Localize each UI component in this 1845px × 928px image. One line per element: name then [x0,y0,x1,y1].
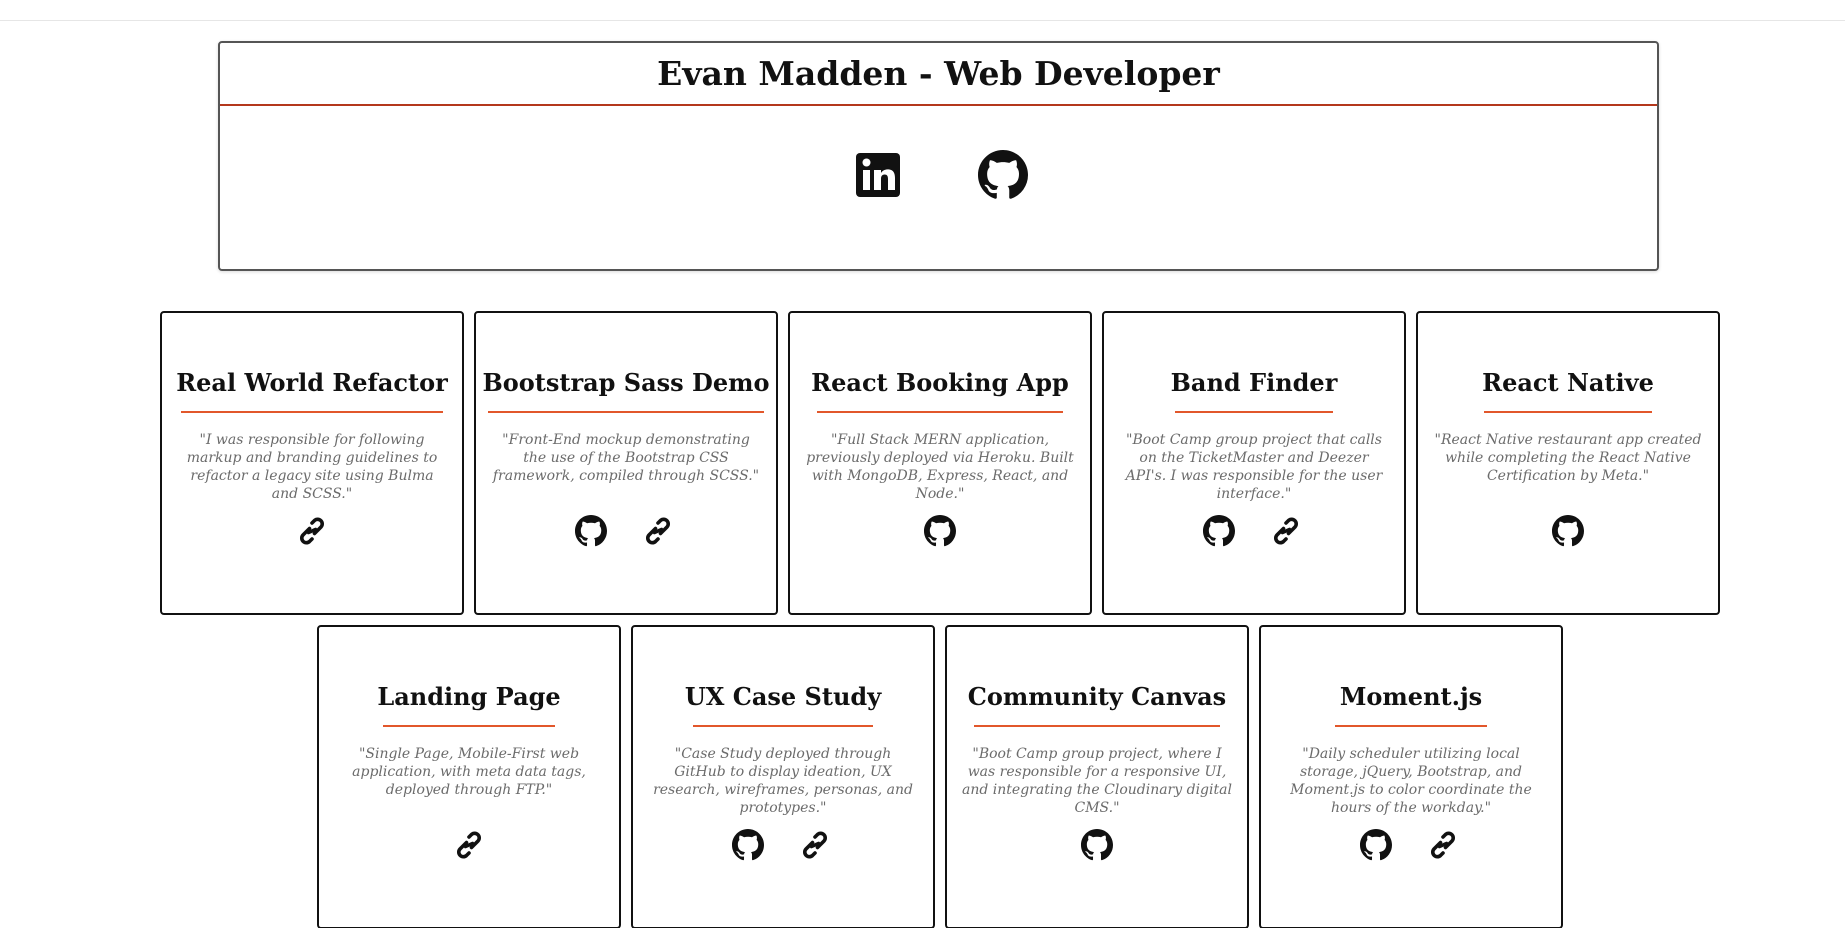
project-title-underline [974,725,1220,727]
github-icon [924,515,956,547]
project-description: "I was responsible for following markup … [186,432,438,502]
project-card: Moment.js "Daily scheduler utilizing loca… [1259,625,1563,928]
page-title: Evan Madden - Web Developer [657,54,1220,93]
project-links [790,513,1090,549]
project-title-underline [1484,411,1652,413]
linkedin-link[interactable] [853,150,903,200]
project-links [162,513,462,549]
live-site-link[interactable] [796,829,834,861]
github-link[interactable] [978,150,1028,200]
project-card: React Booking App "Full Stack MERN applic… [788,311,1092,615]
project-title-underline [1335,725,1487,727]
github-repo-link[interactable] [575,515,607,547]
project-title-underline [1175,411,1333,413]
project-title: Real World Refactor [176,368,448,397]
project-description: "Boot Camp group project that calls on t… [1125,432,1383,502]
header-card: Evan Madden - Web Developer [218,41,1659,271]
project-title: Moment.js [1339,682,1483,711]
project-links [319,827,619,863]
project-card: Bootstrap Sass Demo "Front-End mockup dem… [474,311,778,615]
project-description: "Front-End mockup demonstrating the use … [492,432,760,484]
github-icon [978,150,1028,200]
header-divider [220,104,1657,106]
project-title: React Native [1482,368,1654,397]
project-title: Bootstrap Sass Demo [482,368,770,397]
project-title: Band Finder [1170,368,1338,397]
linkedin-icon [853,150,903,200]
project-title: Community Canvas [967,682,1227,711]
link-icon [450,829,488,861]
link-icon [1267,515,1305,547]
github-repo-link[interactable] [732,829,764,861]
project-description: "Boot Camp group project, where I was re… [962,746,1232,816]
project-title: Landing Page [377,682,561,711]
project-description: "Case Study deployed through GitHub to d… [653,746,913,816]
project-card: UX Case Study "Case Study deployed throug… [631,625,935,928]
live-site-link[interactable] [1267,515,1305,547]
project-card: Community Canvas "Boot Camp group project… [945,625,1249,928]
project-links [1104,513,1404,549]
link-icon [1424,829,1462,861]
github-repo-link[interactable] [1360,829,1392,861]
project-card: React Native "React Native restaurant app… [1416,311,1720,615]
link-icon [796,829,834,861]
github-icon [1081,829,1113,861]
live-site-link[interactable] [293,515,331,547]
project-card: Landing Page "Single Page, Mobile-First w… [317,625,621,928]
github-icon [1203,515,1235,547]
github-repo-link[interactable] [1203,515,1235,547]
project-title-underline [817,411,1063,413]
project-description: "Full Stack MERN application, previously… [806,432,1074,502]
link-icon [639,515,677,547]
link-icon [293,515,331,547]
project-description: "Daily scheduler utilizing local storage… [1290,746,1532,816]
project-title-underline [383,725,555,727]
project-links [1261,827,1561,863]
live-site-link[interactable] [1424,829,1462,861]
project-description: "React Native restaurant app created whi… [1434,432,1702,484]
github-icon [732,829,764,861]
project-links [476,513,776,549]
project-links [1418,513,1718,549]
live-site-link[interactable] [639,515,677,547]
github-icon [1552,515,1584,547]
project-title-underline [693,725,873,727]
project-links [947,827,1247,863]
project-links [633,827,933,863]
github-repo-link[interactable] [924,515,956,547]
top-divider [0,20,1845,21]
project-title-underline [488,411,764,413]
live-site-link[interactable] [450,829,488,861]
project-title-underline [181,411,443,413]
project-title: React Booking App [811,368,1069,397]
project-card: Band Finder "Boot Camp group project that… [1102,311,1406,615]
github-icon [575,515,607,547]
project-card: Real World Refactor "I was responsible fo… [160,311,464,615]
github-repo-link[interactable] [1081,829,1113,861]
github-repo-link[interactable] [1552,515,1584,547]
project-description: "Single Page, Mobile-First web applicati… [352,746,586,798]
github-icon [1360,829,1392,861]
project-title: UX Case Study [684,682,882,711]
